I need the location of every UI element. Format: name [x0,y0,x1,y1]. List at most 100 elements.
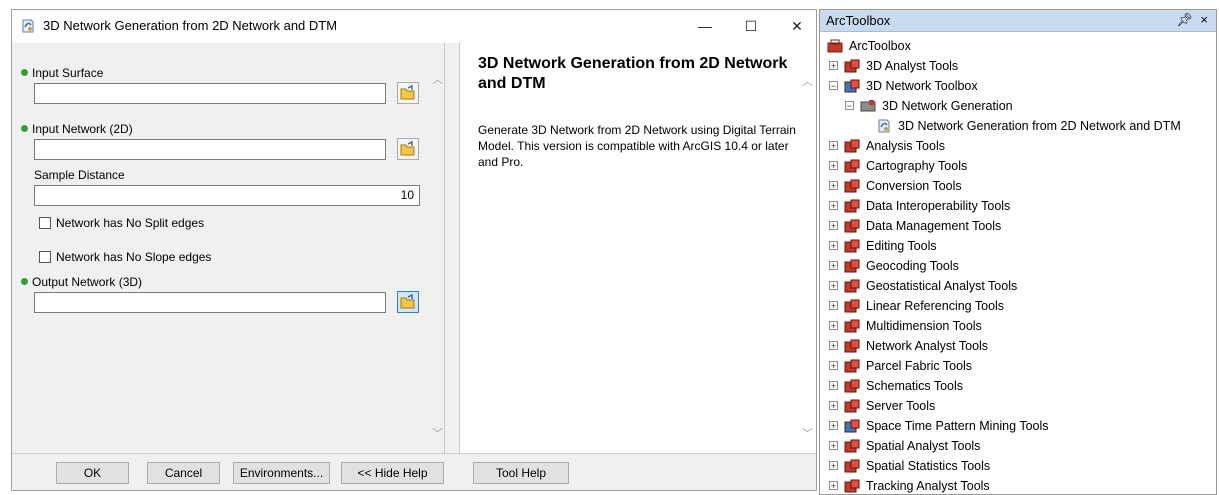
output-network-browse-button[interactable] [397,291,419,313]
expand-icon[interactable]: + [829,461,838,471]
toolbox-icon [844,379,860,393]
input-network-field[interactable] [34,139,386,160]
input-network-browse-button[interactable] [397,138,419,160]
title-bar[interactable]: 3D Network Generation from 2D Network an… [12,10,816,42]
tree-root[interactable]: ArcToolbox [827,36,911,56]
expand-icon[interactable]: + [829,261,838,271]
tree-item-label: Data Management Tools [866,219,1002,233]
tree-item[interactable]: + Multidimension Tools [829,316,982,336]
toolbox-icon [844,259,860,273]
close-button[interactable]: ✕ [774,10,820,42]
input-surface-browse-button[interactable] [397,82,419,104]
tree-item-label: Parcel Fabric Tools [866,359,973,373]
open-folder-icon [400,293,415,309]
tree-item[interactable]: +3D Analyst Tools [829,56,958,76]
toolbox-icon [844,79,860,93]
tree-item[interactable]: + Data Interoperability Tools [829,196,1010,216]
help-pane: 3D Network Generation from 2D Network an… [459,43,816,453]
minimize-button[interactable]: — [682,10,728,42]
ok-button[interactable]: OK [56,462,129,484]
expand-icon[interactable]: + [829,161,838,171]
arctoolbox-title: ArcToolbox [826,13,891,28]
tree-item[interactable]: − 3D Network Toolbox [829,76,978,96]
tree-item[interactable]: 3D Network Generation from 2D Network an… [861,116,1181,136]
tree-item-label: Linear Referencing Tools [866,299,1005,313]
tree-item-label: Analysis Tools [866,139,945,153]
expand-icon[interactable]: + [829,281,838,291]
cancel-button[interactable]: Cancel [147,462,220,484]
required-indicator-icon [21,69,28,77]
tree-item-label: Conversion Tools [866,179,962,193]
scroll-down-icon[interactable]: ﹀ [432,425,443,441]
expand-icon[interactable]: + [829,181,838,191]
tree-item[interactable]: + Spatial Statistics Tools [829,456,990,476]
tree-item[interactable]: + Parcel Fabric Tools [829,356,972,376]
scroll-up-icon[interactable]: ︿ [432,71,443,87]
environments-button[interactable]: Environments... [233,462,330,484]
tree-item[interactable]: + Schematics Tools [829,376,963,396]
help-scroll-up-icon[interactable]: ︿ [802,73,813,89]
tree-item[interactable]: + Spatial Analyst Tools [829,436,980,456]
output-network-field[interactable] [34,292,386,313]
hide-help-button[interactable]: << Hide Help [341,462,444,484]
pin-icon[interactable]: 📌︎ [1176,12,1193,27]
help-title: 3D Network Generation from 2D Network an… [478,55,788,92]
expand-icon[interactable]: + [829,401,838,411]
tool-help-button[interactable]: Tool Help [473,462,569,484]
expand-icon[interactable]: + [829,421,838,431]
collapse-icon[interactable]: − [845,101,854,111]
tree-item[interactable]: + Linear Referencing Tools [829,296,1004,316]
expand-icon[interactable]: + [829,381,838,391]
collapse-icon[interactable]: − [829,81,838,91]
sample-distance-label: Sample Distance [34,168,125,182]
toolbox-tree: ArcToolbox +3D Analyst Tools − 3D Network … [820,36,1216,494]
toolbox-icon [844,319,860,333]
tree-item-label: Network Analyst Tools [866,339,989,353]
no-slope-edges-checkbox[interactable] [39,251,51,263]
tree-item-label: Schematics Tools [866,379,964,393]
tree-item-label: 3D Network Generation [882,99,1013,113]
tree-item[interactable]: + Geocoding Tools [829,256,959,276]
tree-item[interactable]: + Space Time Pattern Mining Tools [829,416,1049,436]
expand-icon[interactable]: + [829,61,838,71]
tree-item[interactable]: + Analysis Tools [829,136,945,156]
tree-item[interactable]: − 3D Network Generation [845,96,1013,116]
sample-distance-field[interactable]: 10 [34,185,420,206]
tree-item[interactable]: + Geostatistical Analyst Tools [829,276,1017,296]
toolbox-icon [844,179,860,193]
tree-item-label: 3D Network Toolbox [866,79,978,93]
tree-item-label: Spatial Statistics Tools [866,459,991,473]
toolbox-icon [844,139,860,153]
expand-icon[interactable]: + [829,361,838,371]
expand-icon[interactable]: + [829,441,838,451]
expand-icon[interactable]: + [829,241,838,251]
no-split-edges-label: Network has No Split edges [56,216,205,230]
expand-icon[interactable]: + [829,301,838,311]
expand-icon[interactable]: + [829,321,838,331]
help-scroll-down-icon[interactable]: ﹀ [802,425,813,441]
tree-item[interactable]: + Cartography Tools [829,156,967,176]
toolbox-icon [860,99,876,113]
tree-item[interactable]: + Tracking Analyst Tools [829,476,990,494]
expand-icon[interactable]: + [829,201,838,211]
tree-item[interactable]: + Editing Tools [829,236,937,256]
expand-icon[interactable]: + [829,141,838,151]
input-surface-field[interactable] [34,83,386,104]
no-split-edges-checkbox[interactable] [39,217,51,229]
maximize-button[interactable]: ☐ [728,10,774,42]
toolbox-icon [844,339,860,353]
tree-item[interactable]: + Network Analyst Tools [829,336,988,356]
expand-icon[interactable]: + [829,221,838,231]
expand-icon[interactable]: + [829,481,838,491]
panel-close-icon[interactable]: × [1200,12,1208,27]
pane-splitter[interactable] [445,43,459,453]
output-network-label: Output Network (3D) [21,275,142,289]
tree-item[interactable]: + Conversion Tools [829,176,962,196]
tree-item[interactable]: + Server Tools [829,396,935,416]
toolbox-icon [844,359,860,373]
toolbox-icon [844,439,860,453]
expand-icon[interactable]: + [829,341,838,351]
parameters-pane: Input Surface Input Network (2D) Sample … [12,43,445,453]
tree-item[interactable]: + Data Management Tools [829,216,1001,236]
toolbox-icon [844,399,860,413]
